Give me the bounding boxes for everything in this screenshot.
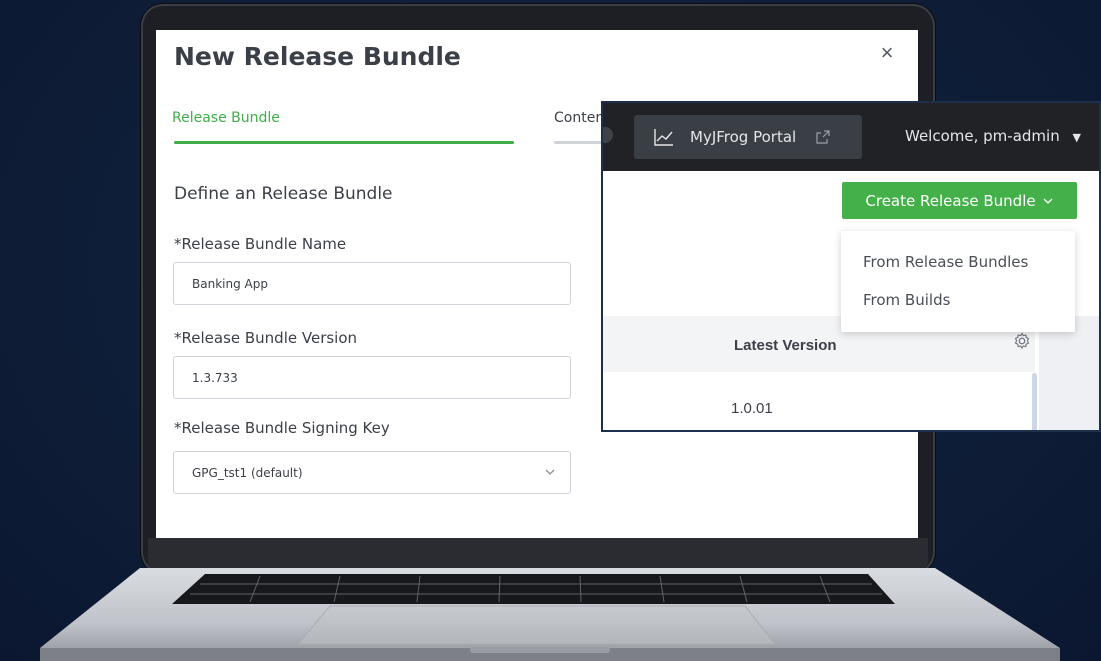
external-link-icon: [816, 130, 830, 144]
signing-key-label: *Release Bundle Signing Key: [174, 419, 390, 437]
create-button-label: Create Release Bundle: [865, 191, 1036, 210]
tab-inactive-indicator: [554, 141, 604, 144]
bundle-name-input[interactable]: Banking App: [173, 262, 571, 305]
welcome-text: Welcome, pm-admin: [905, 127, 1060, 145]
toggle-knob: [603, 127, 613, 143]
bundle-name-value: Banking App: [192, 276, 268, 291]
create-release-bundle-button[interactable]: Create Release Bundle: [842, 182, 1077, 219]
gear-icon[interactable]: [1013, 332, 1031, 350]
side-strip: [1039, 316, 1099, 430]
chevron-down-icon: [1043, 198, 1053, 204]
menu-item-from-release-bundles[interactable]: From Release Bundles: [863, 253, 1028, 271]
create-dropdown-menu: From Release Bundles From Builds: [841, 231, 1075, 332]
bundle-version-input[interactable]: 1.3.733: [173, 356, 571, 399]
name-label: *Release Bundle Name: [174, 235, 347, 253]
column-latest-version: Latest Version: [734, 337, 837, 354]
chart-icon: [654, 129, 673, 146]
laptop-base: [40, 568, 1060, 661]
bundle-version-value: 1.3.733: [192, 370, 238, 385]
top-bar: MyJFrog Portal Welcome, pm-admin ▼: [603, 103, 1099, 171]
menu-item-from-builds[interactable]: From Builds: [863, 291, 950, 309]
user-menu[interactable]: Welcome, pm-admin ▼: [905, 127, 1081, 145]
scrollbar[interactable]: [1032, 373, 1037, 430]
signing-key-value: GPG_tst1 (default): [192, 465, 303, 480]
overlay-panel: MyJFrog Portal Welcome, pm-admin ▼ Creat…: [601, 101, 1101, 432]
caret-down-icon: ▼: [1072, 131, 1081, 144]
portal-label: MyJFrog Portal: [690, 128, 797, 146]
modal-title: New Release Bundle: [174, 42, 461, 71]
chevron-down-icon: [545, 469, 555, 475]
tab-release-bundle[interactable]: Release Bundle: [172, 110, 280, 126]
signing-key-select[interactable]: GPG_tst1 (default): [173, 451, 571, 494]
tab-content[interactable]: Conter: [554, 110, 601, 126]
section-title: Define an Release Bundle: [174, 184, 393, 204]
table-row: 1.0.01: [731, 400, 773, 417]
tab-active-indicator: [174, 141, 514, 144]
laptop-chin: [148, 538, 928, 568]
myjfrog-portal-button[interactable]: MyJFrog Portal: [634, 115, 862, 159]
version-label: *Release Bundle Version: [174, 329, 358, 347]
close-icon[interactable]: ×: [876, 42, 898, 64]
